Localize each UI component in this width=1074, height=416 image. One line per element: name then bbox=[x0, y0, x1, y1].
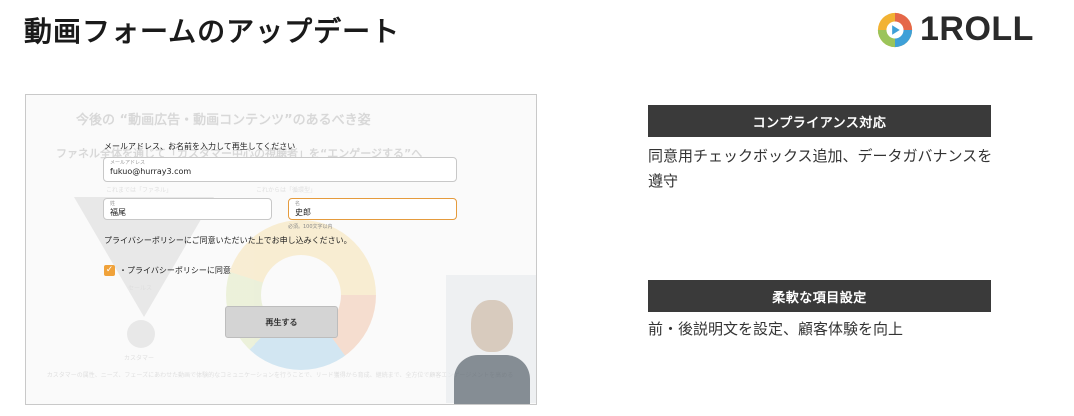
email-field-value: fukuo@hurray3.com bbox=[110, 167, 192, 176]
feature-description-flexible-fields: 前・後説明文を設定、顧客体験を向上 bbox=[648, 320, 904, 338]
first-name-hint: 必須。100文字以内 bbox=[288, 224, 333, 230]
logo-icon bbox=[877, 12, 913, 47]
presenter-head bbox=[471, 300, 513, 352]
last-name-value: 福尾 bbox=[110, 208, 126, 217]
presenter-body bbox=[454, 355, 530, 404]
background-label-customer: カスタマー bbox=[124, 355, 155, 362]
logo-text: 1ROLL bbox=[920, 10, 1034, 48]
first-name-value: 史郎 bbox=[295, 208, 311, 217]
email-field-caption: メールアドレス bbox=[110, 160, 146, 166]
page-title: 動画フォームのアップデート bbox=[24, 15, 401, 48]
presenter-video-thumbnail bbox=[446, 275, 536, 404]
brand-logo: 1ROLL bbox=[876, 10, 1034, 49]
privacy-policy-text: プライバシーポリシーにご同意いただいた上でお申し込みください。 bbox=[104, 236, 352, 245]
video-form-screenshot: 今後の “動画広告・動画コンテンツ”のあるべき姿 ファネル全体を通じて「カスタマ… bbox=[25, 94, 537, 405]
first-name-field[interactable]: 名 史郎 bbox=[288, 198, 457, 220]
background-label-sales: セールス bbox=[128, 285, 153, 292]
last-name-field[interactable]: 姓 福尾 bbox=[103, 198, 272, 220]
feature-description-compliance: 同意用チェックボックス追加、データガバナンスを遵守 bbox=[648, 147, 993, 190]
play-button[interactable]: 再生する bbox=[225, 306, 338, 338]
background-label-cycle: これからは「循環型」 bbox=[256, 187, 317, 194]
checkmark-icon: ✓ bbox=[105, 265, 114, 275]
first-name-caption: 名 bbox=[295, 201, 301, 207]
feature-title-compliance: コンプライアンス対応 bbox=[648, 105, 991, 137]
privacy-consent-checkbox[interactable]: ✓ bbox=[104, 265, 115, 276]
privacy-consent-label[interactable]: ・プライバシーポリシーに同意 bbox=[119, 265, 231, 276]
background-heading: 今後の “動画広告・動画コンテンツ”のあるべき姿 bbox=[76, 113, 371, 128]
last-name-caption: 姓 bbox=[110, 201, 116, 207]
email-field[interactable]: メールアドレス fukuo@hurray3.com bbox=[103, 157, 457, 182]
form-prompt: メールアドレス、お名前を入力して再生してください bbox=[104, 142, 296, 151]
funnel-circle bbox=[127, 320, 155, 348]
feature-title-flexible-fields: 柔軟な項目設定 bbox=[648, 280, 991, 312]
background-label-funnel: これまでは「ファネル」 bbox=[106, 187, 173, 194]
